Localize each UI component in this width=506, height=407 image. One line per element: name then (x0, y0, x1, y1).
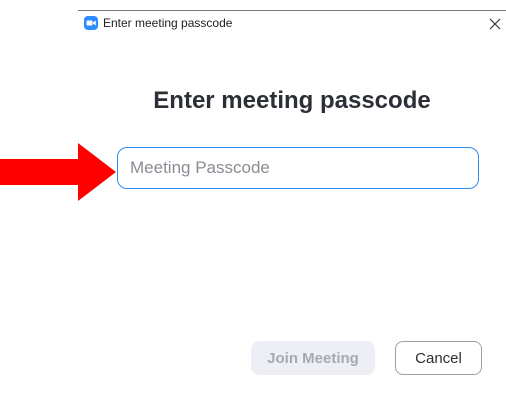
red-arrow-icon (0, 143, 116, 201)
passcode-dialog-window: Enter meeting passcode Enter meeting pas… (78, 10, 506, 407)
close-icon[interactable] (486, 15, 504, 33)
title-bar: Enter meeting passcode (78, 11, 506, 35)
cancel-button[interactable]: Cancel (395, 341, 482, 375)
dialog-heading: Enter meeting passcode (153, 87, 431, 114)
join-meeting-button[interactable]: Join Meeting (251, 341, 375, 375)
window-title: Enter meeting passcode (103, 16, 233, 30)
passcode-input[interactable] (117, 147, 479, 189)
zoom-camera-icon (84, 16, 98, 30)
page: Enter meeting passcode Enter meeting pas… (0, 0, 506, 407)
